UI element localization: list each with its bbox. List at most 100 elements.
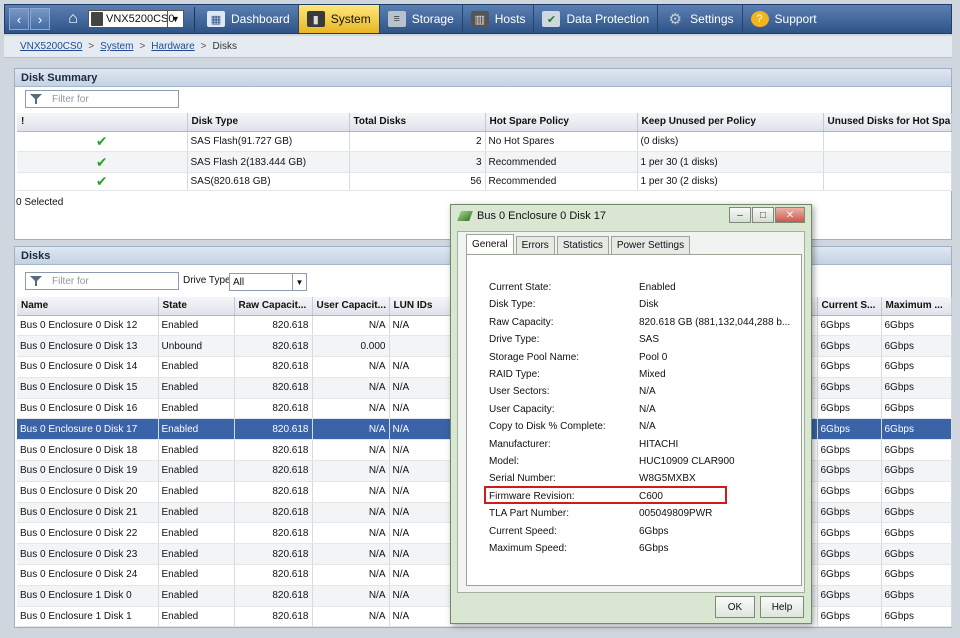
property-row: TLA Part Number: 005049809PWR: [489, 508, 799, 522]
property-value: 6Gbps: [639, 543, 669, 554]
col-keep-unused[interactable]: Keep Unused per Policy: [637, 113, 824, 132]
disk-raw-capacity: 820.618: [234, 439, 313, 462]
property-value: Mixed: [639, 369, 666, 380]
support-icon: ?: [750, 11, 769, 27]
disk-state: Enabled: [158, 502, 235, 524]
property-row: Storage Pool Name: Pool 0: [489, 352, 799, 366]
dashboard-icon: ▦: [207, 11, 225, 27]
home-icon[interactable]: ⌂: [62, 8, 84, 30]
nav-system[interactable]: ▮ System: [298, 5, 380, 33]
dialog-title: Bus 0 Enclosure 0 Disk 17: [477, 210, 607, 222]
property-value: HUC10909 CLAR900: [639, 456, 735, 467]
col-raw-capacity[interactable]: Raw Capacit...: [234, 297, 313, 316]
disk-name: Bus 0 Enclosure 0 Disk 13: [17, 335, 159, 358]
disk-name: Bus 0 Enclosure 0 Disk 21: [17, 502, 159, 524]
tab-errors[interactable]: Errors: [515, 236, 555, 254]
property-row: Maximum Speed: 6Gbps: [489, 543, 799, 557]
disks-filter-placeholder: Filter for: [52, 275, 89, 287]
property-value: 005049809PWR: [639, 508, 713, 520]
disk-user-capacity: N/A: [312, 315, 390, 337]
disk-name: Bus 0 Enclosure 0 Disk 16: [17, 398, 159, 420]
drive-type-value: All: [233, 276, 245, 288]
disk-maximum-speed: 6Gbps: [881, 460, 952, 482]
table-row[interactable]: ✔ SAS Flash(91.727 GB) 2 No Hot Spares (…: [17, 131, 952, 153]
check-icon: ✔: [17, 131, 188, 153]
property-label: Disk Type:: [489, 299, 536, 311]
dialog-body: General Errors Statistics Power Settings…: [457, 231, 805, 593]
disk-name: Bus 0 Enclosure 0 Disk 14: [17, 356, 159, 378]
drive-type-select[interactable]: All ▼: [229, 273, 307, 291]
disk-state: Enabled: [158, 377, 235, 399]
col-disk-type[interactable]: Disk Type: [187, 113, 350, 132]
property-label: Serial Number:: [489, 473, 556, 485]
disk-state: Enabled: [158, 522, 235, 545]
check-icon: ✔: [17, 172, 188, 192]
disk-raw-capacity: 820.618: [234, 377, 313, 399]
general-tab-pane: Current State: Enabled Disk Type: Disk Raw C…: [466, 254, 802, 586]
col-name[interactable]: Name: [17, 297, 159, 316]
disk-state: Enabled: [158, 460, 235, 482]
storage-system-icon: [91, 12, 103, 26]
property-label: Maximum Speed:: [489, 543, 567, 554]
col-user-capacity[interactable]: User Capacit...: [312, 297, 390, 316]
table-row[interactable]: ✔ SAS(820.618 GB) 56 Recommended 1 per 3…: [17, 172, 952, 192]
forward-arrow-icon[interactable]: ›: [30, 8, 50, 30]
nav-support[interactable]: ? Support: [743, 5, 825, 33]
minimize-icon[interactable]: –: [729, 207, 751, 223]
disk-maximum-speed: 6Gbps: [881, 543, 952, 566]
disk-maximum-speed: 6Gbps: [881, 398, 952, 420]
breadcrumb-hardware[interactable]: Hardware: [151, 41, 194, 52]
breadcrumb-system[interactable]: System: [100, 41, 133, 52]
maximize-icon[interactable]: □: [752, 207, 774, 223]
close-icon[interactable]: ✕: [775, 207, 805, 223]
property-label: TLA Part Number:: [489, 508, 570, 520]
col-alert[interactable]: !: [17, 113, 188, 132]
col-unused-hot-spare[interactable]: Unused Disks for Hot Spa: [823, 113, 952, 132]
disk-raw-capacity: 820.618: [234, 460, 313, 482]
ok-button[interactable]: OK: [715, 596, 755, 618]
disk-properties-dialog: Bus 0 Enclosure 0 Disk 17 – □ ✕ General …: [450, 204, 812, 624]
property-row: Manufacturer: HITACHI: [489, 439, 799, 453]
nav-dashboard-label: Dashboard: [231, 12, 290, 26]
check-icon: ✔: [17, 151, 188, 174]
disk-name: Bus 0 Enclosure 0 Disk 23: [17, 543, 159, 566]
filter-icon: [30, 93, 44, 105]
nav-settings[interactable]: ⚙ Settings: [658, 5, 743, 33]
disk-icon: [457, 211, 473, 221]
disk-summary-selected-count: 0 Selected: [16, 197, 64, 208]
table-row[interactable]: ✔ SAS Flash 2(183.444 GB) 3 Recommended …: [17, 151, 952, 174]
disk-state: Enabled: [158, 564, 235, 586]
col-hot-spare-policy[interactable]: Hot Spare Policy: [485, 113, 638, 132]
back-arrow-icon[interactable]: ‹: [9, 8, 29, 30]
system-select[interactable]: VNX5200CS0 ▼: [88, 10, 184, 28]
disk-summary-filter-input[interactable]: Filter for: [25, 90, 179, 108]
disk-current-speed: 6Gbps: [817, 564, 882, 586]
property-label: Storage Pool Name:: [489, 351, 580, 363]
property-label: User Capacity:: [489, 403, 555, 415]
help-button[interactable]: Help: [760, 596, 804, 618]
nav-system-label: System: [330, 12, 371, 26]
disk-state: Enabled: [158, 315, 235, 337]
disk-name: Bus 0 Enclosure 0 Disk 17: [17, 418, 159, 441]
breadcrumb-system-name[interactable]: VNX5200CS0: [20, 41, 82, 52]
disk-user-capacity: N/A: [312, 377, 390, 399]
disks-filter-input[interactable]: Filter for: [25, 272, 179, 290]
col-maximum-speed[interactable]: Maximum ...: [881, 297, 952, 316]
tab-power-settings[interactable]: Power Settings: [610, 236, 691, 254]
nav-hosts[interactable]: ▥ Hosts: [463, 5, 535, 33]
chevron-down-icon[interactable]: ▼: [167, 11, 183, 27]
col-current-speed[interactable]: Current S...: [817, 297, 882, 316]
tab-statistics[interactable]: Statistics: [556, 236, 609, 254]
disk-maximum-speed: 6Gbps: [881, 481, 952, 503]
nav-data-protection-label: Data Protection: [566, 12, 650, 26]
nav-storage[interactable]: ≡ Storage: [380, 5, 463, 33]
disk-name: Bus 0 Enclosure 1 Disk 1: [17, 606, 159, 628]
col-total-disks[interactable]: Total Disks: [349, 113, 486, 132]
tab-general[interactable]: General: [466, 234, 514, 254]
col-state[interactable]: State: [158, 297, 235, 316]
nav-data-protection[interactable]: ✔ Data Protection: [534, 5, 659, 33]
disk-raw-capacity: 820.618: [234, 315, 313, 337]
chevron-down-icon[interactable]: ▼: [292, 274, 306, 290]
nav-dashboard[interactable]: ▦ Dashboard: [199, 5, 299, 33]
disk-user-capacity: N/A: [312, 564, 390, 586]
